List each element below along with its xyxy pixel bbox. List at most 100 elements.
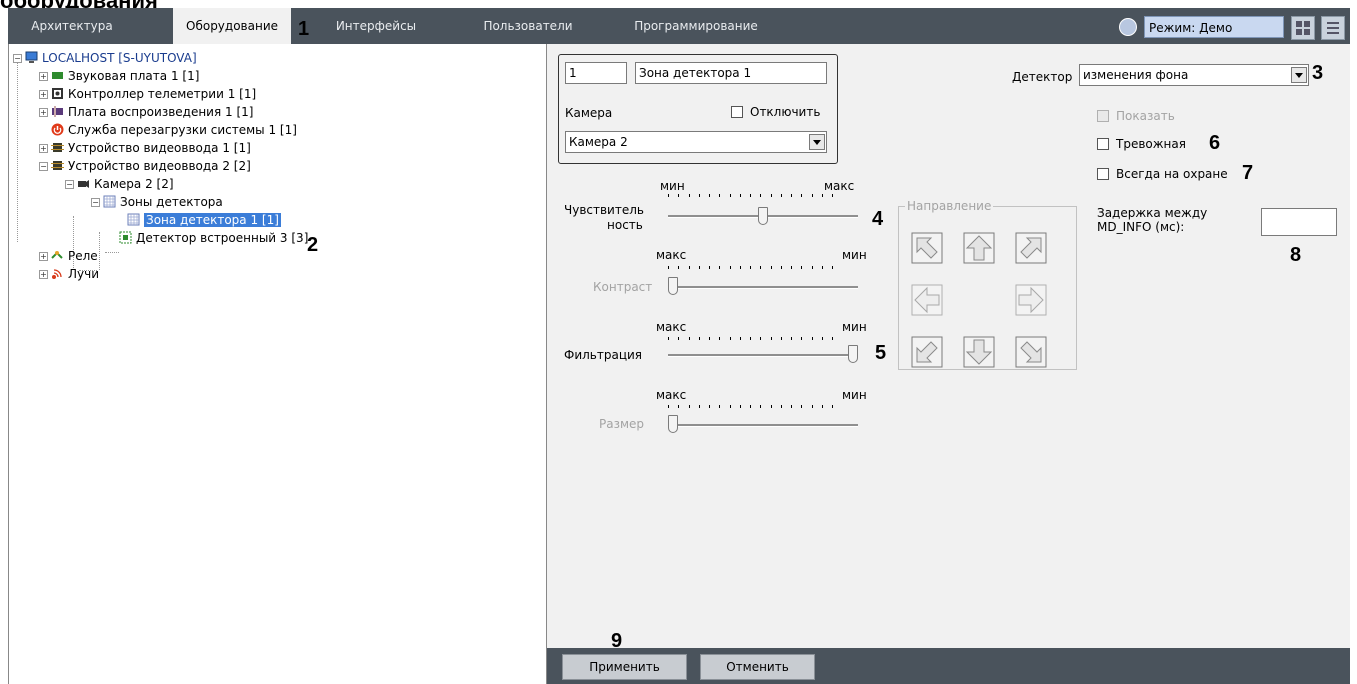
slider-tick	[781, 337, 782, 340]
mode-field[interactable]: Режим: Демо	[1144, 16, 1284, 38]
tree-item-video-input-1[interactable]: + Устройство видеоввода 1 [1]	[39, 139, 251, 157]
telemetry-icon	[52, 88, 63, 99]
menu-icon[interactable]	[1321, 16, 1345, 40]
tab-users[interactable]: Пользователи	[478, 8, 578, 44]
chip-icon	[51, 143, 64, 152]
slider-tick	[801, 337, 802, 340]
size-right-label: мин	[842, 388, 867, 402]
chevron-down-icon[interactable]	[1291, 67, 1307, 83]
slider-tick	[668, 266, 669, 269]
slider-tick	[750, 194, 751, 197]
tree-item-builtin-detector[interactable]: Детектор встроенный 3 [3]	[119, 229, 308, 247]
tree-item-beams[interactable]: + Лучи	[39, 265, 99, 283]
callout-6: 6	[1209, 132, 1221, 154]
filter-thumb[interactable]	[848, 345, 858, 363]
filter-ticks	[668, 337, 833, 341]
direction-legend: Направление	[905, 199, 994, 213]
arrow-up-left-icon[interactable]	[911, 232, 943, 264]
tab-programming[interactable]: Программирование	[628, 8, 764, 44]
slider-tick	[801, 405, 802, 408]
tab-equipment[interactable]: Оборудование	[173, 8, 291, 44]
tree-item-relay[interactable]: + Реле	[39, 247, 98, 265]
slider-tick	[771, 337, 772, 340]
slider-tick	[668, 337, 669, 340]
tree-item-camera-2[interactable]: − Камера 2 [2]	[65, 175, 174, 193]
slider-tick	[699, 337, 700, 340]
slider-tick	[719, 337, 720, 340]
arrow-down-left-icon[interactable]	[911, 336, 943, 368]
camera-label: Камера	[565, 106, 613, 120]
always-armed-label: Всегда на охране	[1116, 167, 1228, 181]
size-track[interactable]	[668, 424, 858, 427]
slider-tick	[740, 194, 741, 197]
detector-icon	[119, 231, 132, 244]
slider-tick	[781, 266, 782, 269]
always-armed-checkbox[interactable]	[1097, 168, 1109, 180]
contrast-thumb[interactable]	[668, 277, 678, 295]
name-field[interactable]: Зона детектора 1	[635, 62, 827, 84]
slider-tick	[750, 337, 751, 340]
slider-tick	[791, 266, 792, 269]
arrow-left-icon[interactable]	[911, 284, 943, 316]
disable-checkbox[interactable]	[731, 106, 743, 118]
slider-tick	[699, 405, 700, 408]
slider-tick	[740, 337, 741, 340]
slider-tick	[812, 405, 813, 408]
arrow-down-icon[interactable]	[963, 336, 995, 368]
contrast-track[interactable]	[668, 286, 858, 289]
tree-item-detector-zone-1[interactable]: Зона детектора 1 [1]	[127, 211, 281, 229]
slider-tick	[709, 337, 710, 340]
slider-tick	[719, 266, 720, 269]
mode-icon[interactable]	[1119, 18, 1137, 36]
slider-tick	[822, 266, 823, 269]
slider-tick	[709, 194, 710, 197]
tree-item-video-input-2[interactable]: − Устройство видеоввода 2 [2]	[39, 157, 251, 175]
delay-label-line2: MD_INFO (мс):	[1097, 220, 1185, 234]
contrast-left-label: макс	[656, 248, 687, 262]
sensitivity-thumb[interactable]	[758, 207, 768, 225]
arrow-down-right-icon[interactable]	[1015, 336, 1047, 368]
size-thumb[interactable]	[668, 415, 678, 433]
tree-item-playback-board[interactable]: + Плата воспроизведения 1 [1]	[39, 103, 253, 121]
slider-tick	[740, 266, 741, 269]
delay-label-line1: Задержка между	[1097, 206, 1208, 220]
detector-zone-settings: 1 Зона детектора 1 Камера Отключить Каме…	[547, 44, 1350, 684]
alarm-checkbox[interactable]	[1097, 138, 1109, 150]
tree-item-reboot-service[interactable]: Служба перезагрузки системы 1 [1]	[51, 121, 297, 139]
arrow-up-icon[interactable]	[963, 232, 995, 264]
tree-item-sound-card[interactable]: + Звуковая плата 1 [1]	[39, 67, 199, 85]
cancel-button[interactable]: Отменить	[700, 654, 815, 680]
slider-tick	[832, 266, 833, 269]
delay-field[interactable]	[1261, 208, 1337, 236]
tab-interfaces[interactable]: Интерфейсы	[326, 8, 426, 44]
tree-item-detector-zones[interactable]: − Зоны детектора	[91, 193, 223, 211]
arrow-right-icon[interactable]	[1015, 284, 1047, 316]
show-label: Показать	[1116, 109, 1175, 123]
slider-tick	[801, 266, 802, 269]
sound-card-icon	[52, 72, 63, 79]
layout-grid-icon[interactable]	[1291, 16, 1315, 40]
direction-group: Направление	[898, 199, 1077, 370]
id-field[interactable]: 1	[565, 62, 627, 84]
show-checkbox[interactable]	[1097, 110, 1109, 122]
filter-left-label: макс	[656, 320, 687, 334]
power-icon	[51, 123, 64, 136]
size-label: Размер	[599, 417, 645, 431]
slider-tick	[771, 405, 772, 408]
callout-5: 5	[875, 342, 887, 364]
tree-item-telemetry[interactable]: + Контроллер телеметрии 1 [1]	[39, 85, 256, 103]
arrow-up-right-icon[interactable]	[1015, 232, 1047, 264]
size-left-label: макс	[656, 388, 687, 402]
slider-tick	[699, 194, 700, 197]
tree-root[interactable]: − LOCALHOST [S-UYUTOVA]	[13, 49, 197, 67]
filter-track[interactable]	[668, 354, 858, 357]
callout-3: 3	[1312, 62, 1324, 84]
chevron-down-icon[interactable]	[809, 134, 825, 150]
detector-select[interactable]: изменения фона	[1079, 64, 1309, 86]
tab-architecture[interactable]: Архитектура	[18, 8, 126, 44]
sensitivity-label-line1: Чувствитель	[564, 203, 644, 217]
apply-button[interactable]: Применить	[562, 654, 687, 680]
slider-tick	[822, 194, 823, 197]
slider-tick	[709, 405, 710, 408]
camera-select[interactable]: Камера 2	[565, 131, 827, 153]
